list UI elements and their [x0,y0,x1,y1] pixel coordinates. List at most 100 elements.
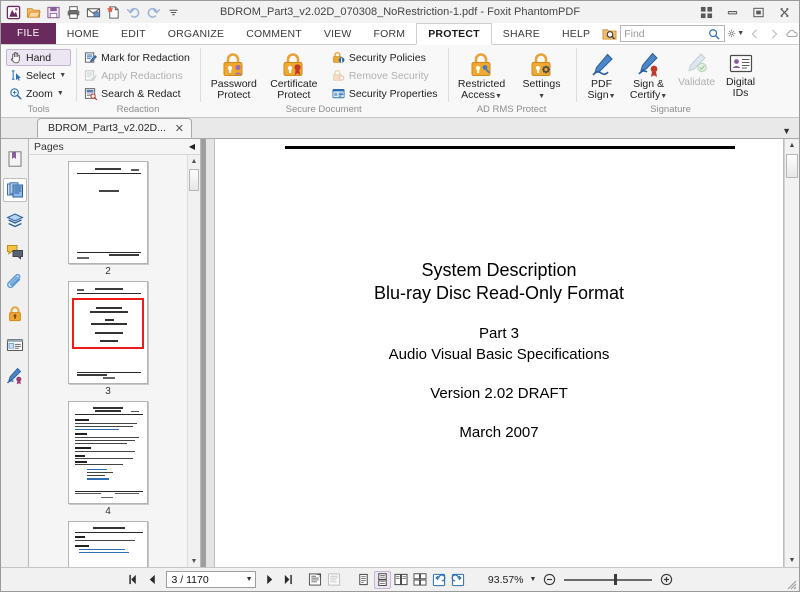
chevron-down-icon[interactable]: ▼ [609,93,616,100]
collapse-left-icon[interactable]: ◀ [189,142,195,151]
page-thumbnail[interactable] [68,401,148,504]
sidebar-item-security[interactable] [3,302,27,326]
search-and-redact-button[interactable]: Search & Redact [81,85,195,102]
search-input-wrapper[interactable] [620,25,726,42]
tab-help[interactable]: HELP [551,23,601,44]
chevron-down-icon[interactable]: ▼ [660,93,667,100]
open-icon[interactable] [24,3,43,22]
tab-view[interactable]: VIEW [313,23,363,44]
maximize-button[interactable] [745,2,771,22]
sidebar-item-comments[interactable] [3,240,27,264]
tab-comment[interactable]: COMMENT [235,23,313,44]
page-thumbnail[interactable] [68,161,148,264]
sidebar-item-fields[interactable] [3,333,27,357]
tab-edit[interactable]: EDIT [110,23,157,44]
chevron-down-icon[interactable]: ▼ [495,93,502,100]
validate-signature-button[interactable]: Validate [675,49,719,89]
reflow-view-button[interactable] [307,571,324,589]
scroll-up-icon[interactable]: ▲ [785,139,799,152]
chevron-down-icon[interactable]: ▼ [782,126,799,138]
scrollbar-thumb[interactable] [189,169,199,191]
zoom-tool-button[interactable]: Zoom ▼ [6,85,71,102]
undo-icon[interactable] [124,3,143,22]
remove-security-button[interactable]: Remove Security [329,67,443,84]
search-input[interactable] [624,27,709,40]
rms-settings-button[interactable]: Settings ▼ [513,49,571,102]
sign-and-certify-button[interactable]: Sign & Certify▼ [625,49,673,102]
page-thumbnail-item[interactable]: 5 [68,521,148,567]
sidebar-item-pages[interactable] [2,178,27,202]
zoom-out-button[interactable] [541,571,558,589]
scrollbar-thumb[interactable] [786,154,798,178]
zoom-slider-handle[interactable] [614,574,618,585]
page-thumbnail-item[interactable]: 4 [68,401,148,518]
chevron-down-icon[interactable]: ▼ [59,72,66,79]
certificate-protect-button[interactable]: Certificate Protect [265,49,323,102]
hand-tool-button[interactable]: Hand [6,49,72,66]
page-thumbnail-list[interactable]: 2 3 4 [29,155,187,567]
search-icon[interactable] [708,28,720,40]
minimize-button[interactable] [719,2,745,22]
next-page-button[interactable] [261,571,278,589]
page-thumbnail[interactable] [68,521,148,567]
scroll-down-icon[interactable]: ▼ [785,554,799,567]
tab-protect[interactable]: PROTECT [416,23,492,45]
rotate-counterclockwise-button[interactable] [431,571,448,589]
rms-settings-caret[interactable]: ▼ [538,90,545,101]
chevron-down-icon[interactable]: ▼ [538,93,545,100]
new-blank-icon[interactable] [104,3,123,22]
facing-pages-button[interactable] [393,571,410,589]
select-tool-button[interactable]: Select ▼ [6,67,71,84]
chevron-down-icon[interactable]: ▼ [57,90,64,97]
sidebar-item-signatures[interactable] [3,364,27,388]
tab-file[interactable]: FILE [1,23,56,44]
tab-organize[interactable]: ORGANIZE [157,23,235,44]
continuous-scroll-button[interactable] [373,570,391,589]
document-scrollbar[interactable]: ▲ ▼ [784,139,799,567]
pdf-sign-button[interactable]: PDF Sign▼ [581,49,623,102]
ribbon-display-options-button[interactable] [693,2,719,22]
digital-ids-button[interactable]: Digital IDs [721,49,761,100]
apply-redactions-button[interactable]: Apply Redactions [81,67,195,84]
foxit-logo-icon[interactable] [4,3,23,22]
rotate-clockwise-button[interactable] [450,571,467,589]
chevron-down-icon[interactable]: ▼ [246,576,253,583]
continuous-facing-button[interactable] [412,571,429,589]
close-icon[interactable]: ✕ [174,122,185,135]
previous-view-icon[interactable] [746,25,763,42]
zoom-slider[interactable] [564,573,653,587]
document-tab[interactable]: BDROM_Part3_v2.02D... ✕ [37,118,192,138]
page-thumbnail-current[interactable] [68,281,148,384]
cloud-icon[interactable] [784,25,800,42]
first-page-button[interactable] [125,571,142,589]
previous-page-button[interactable] [144,571,161,589]
caret-down-icon[interactable]: ▼ [530,576,537,583]
password-protect-button[interactable]: Password Protect [205,49,263,102]
resize-grip-icon[interactable] [785,578,797,590]
customize-qat-icon[interactable] [164,3,183,22]
text-viewer-button[interactable] [326,571,343,589]
scroll-up-icon[interactable]: ▲ [188,155,200,167]
security-policies-button[interactable]: Security Policies [329,49,443,66]
security-properties-button[interactable]: Security Properties [329,85,443,102]
sidebar-item-bookmarks[interactable] [3,147,27,171]
page-thumbnail-item[interactable]: 3 [68,281,148,398]
next-view-icon[interactable] [765,25,782,42]
thumbnail-scrollbar[interactable]: ▲ ▼ [187,155,200,567]
mark-for-redaction-button[interactable]: Mark for Redaction [81,49,195,66]
pdf-page[interactable]: System Description Blu-ray Disc Read-Onl… [214,139,784,567]
zoom-in-button[interactable] [658,571,675,589]
print-icon[interactable] [64,3,83,22]
redo-icon[interactable] [144,3,163,22]
page-thumbnail-item[interactable]: 2 [68,161,148,278]
email-icon[interactable] [84,3,103,22]
page-number-input[interactable]: 3 / 1170 ▼ [165,571,256,588]
sidebar-item-attachments[interactable] [3,271,27,295]
advanced-search-icon[interactable] [601,25,618,42]
sidebar-item-layers[interactable] [3,209,27,233]
close-button[interactable] [771,2,797,22]
tab-share[interactable]: SHARE [492,23,551,44]
tab-form[interactable]: FORM [363,23,417,44]
restricted-access-button[interactable]: Restricted Access▼ [453,49,511,102]
single-page-button[interactable] [355,571,372,589]
